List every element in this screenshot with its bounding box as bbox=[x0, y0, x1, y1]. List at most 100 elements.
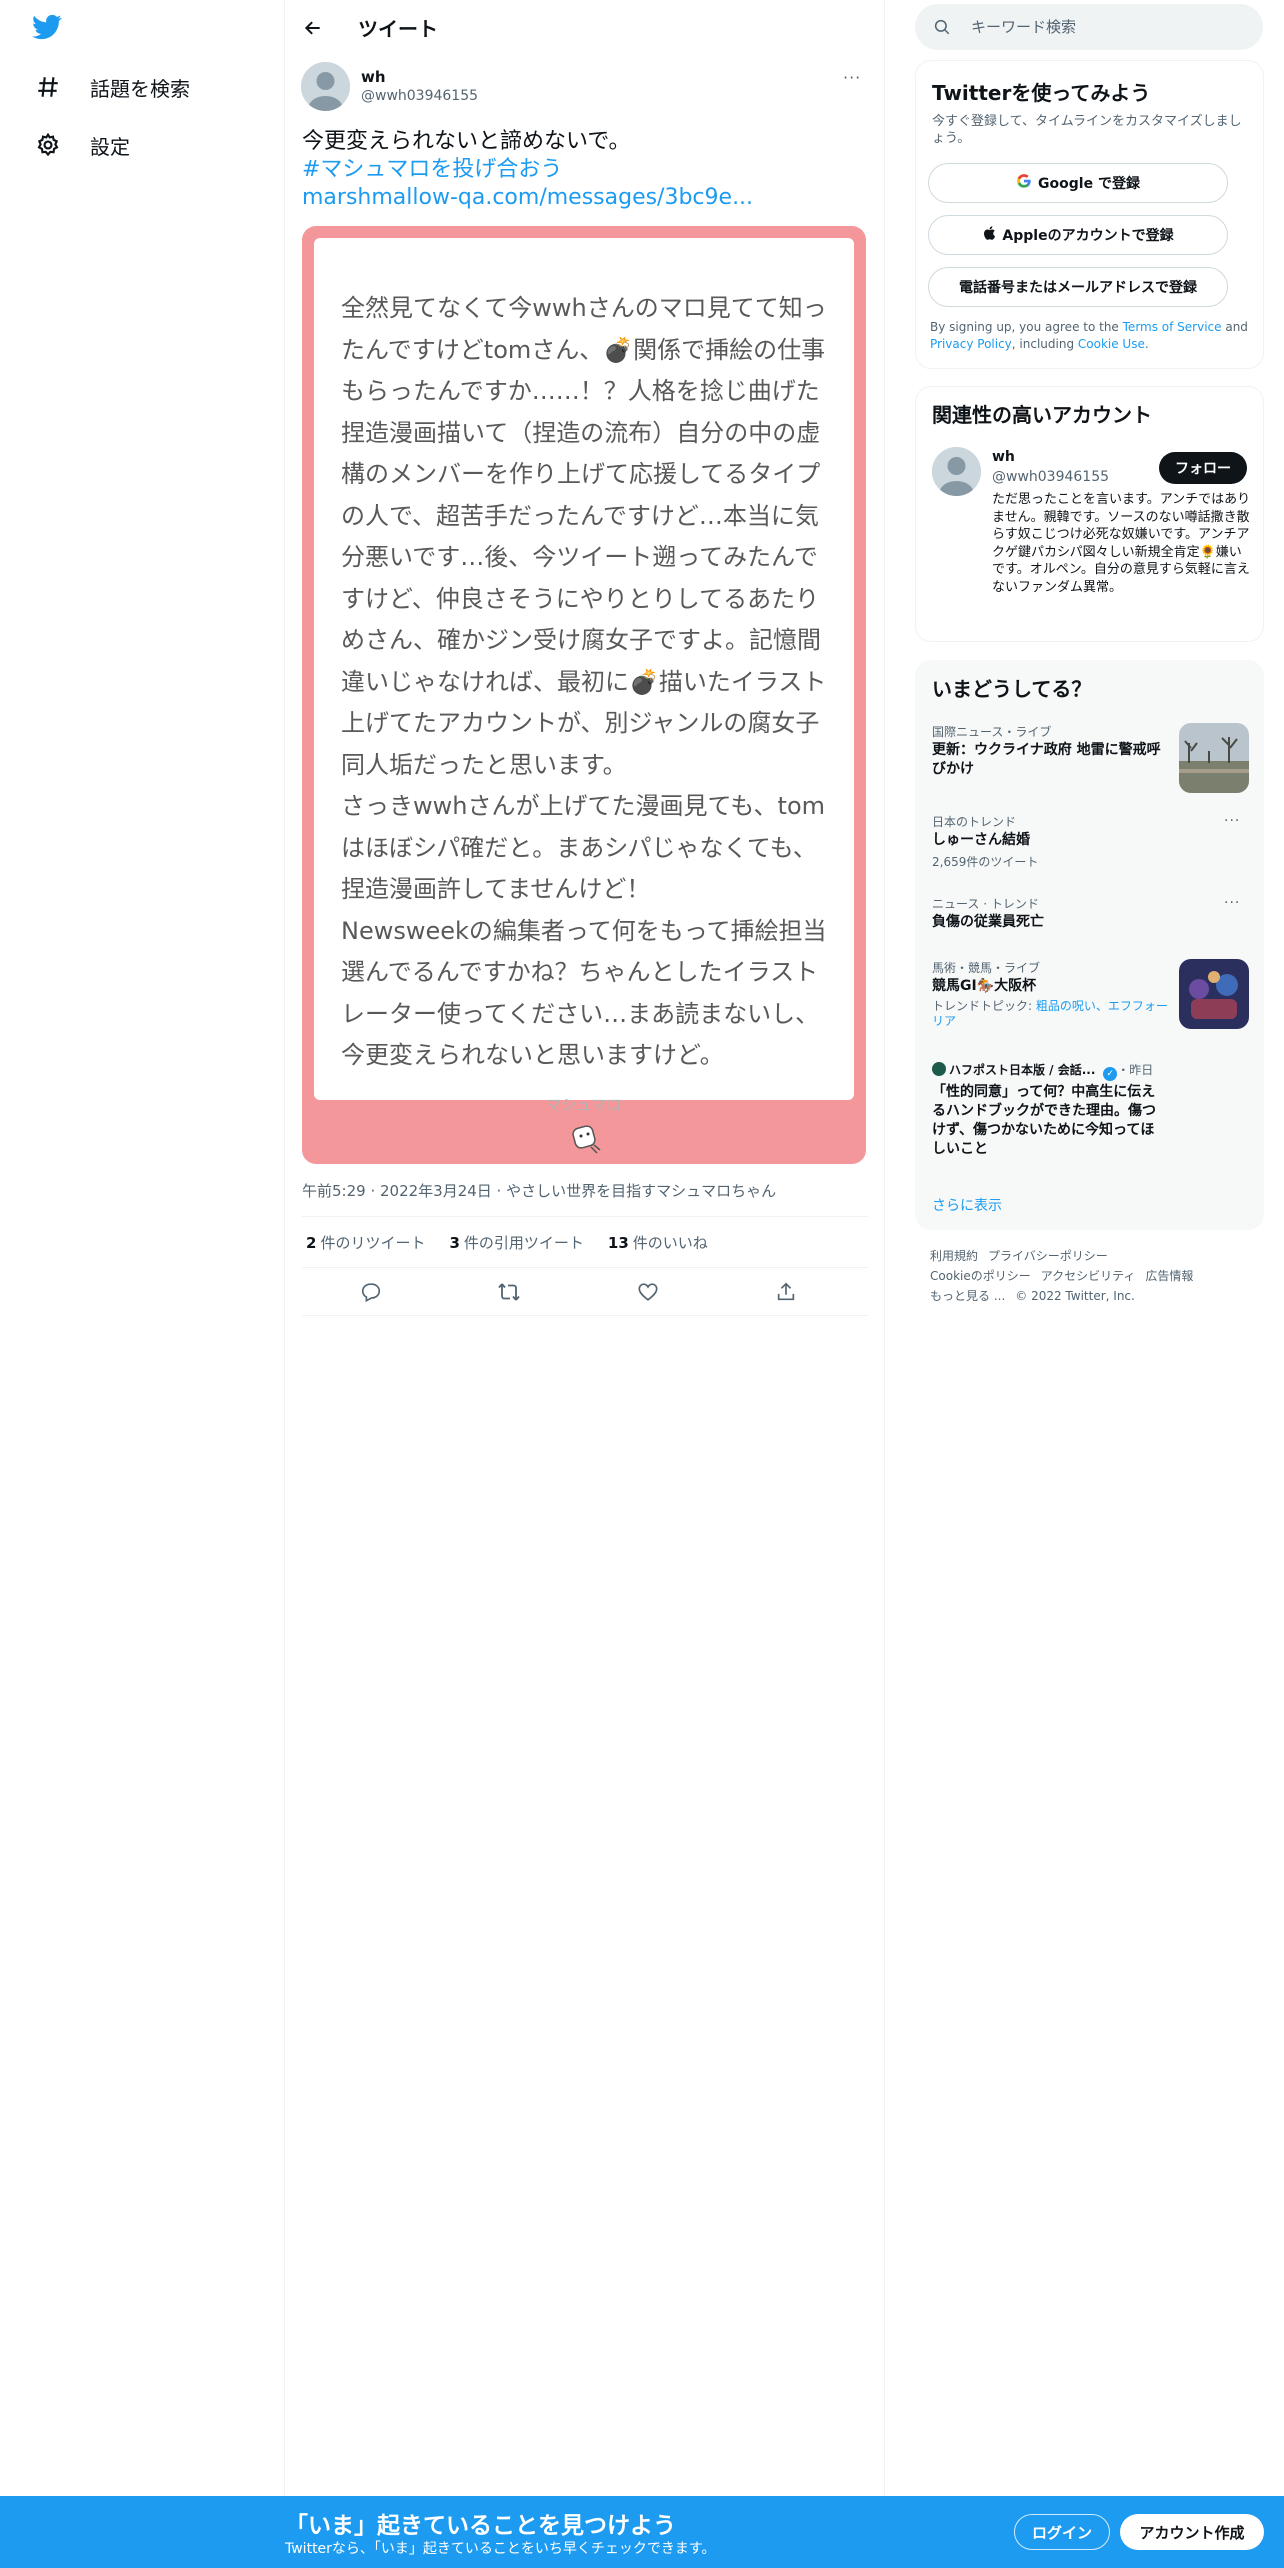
signup-button[interactable]: アカウント作成 bbox=[1120, 2514, 1264, 2550]
tweet-stats: 2 件のリツイート 3 件の引用ツイート 13 件のいいね bbox=[302, 1216, 868, 1268]
trend-title: しゅーさん結婚 bbox=[932, 832, 1030, 848]
trend-thumbnail bbox=[1179, 959, 1249, 1029]
signup-panel-title: Twitterを使ってみよう bbox=[932, 81, 1151, 105]
related-bio: ただ思ったことを言います。アンチではありません。親韓です。ソースのない噂話撒き散… bbox=[992, 492, 1251, 595]
search-input[interactable] bbox=[971, 14, 1241, 40]
trend-item[interactable]: 日本のトレンド しゅーさん結婚 2,659件のツイート ··· bbox=[916, 813, 1265, 883]
phone-email-signup-label: 電話番号またはメールアドレスで登録 bbox=[959, 280, 1197, 296]
share-icon[interactable] bbox=[772, 1278, 800, 1306]
tweet-url-link[interactable]: marshmallow-qa.com/messages/3bc9e... bbox=[302, 184, 753, 212]
marshmallow-mascot-icon bbox=[567, 1121, 603, 1157]
quotes-count[interactable]: 3 件の引用ツイート bbox=[449, 1232, 583, 1253]
left-sidebar: 話題を検索 設定 bbox=[0, 0, 285, 2568]
nav-explore[interactable]: 話題を検索 bbox=[28, 62, 190, 112]
apple-icon bbox=[982, 225, 996, 245]
search-icon bbox=[933, 18, 951, 40]
google-signup-button[interactable]: Google で登録 bbox=[928, 163, 1228, 203]
related-accounts-panel: 関連性の高いアカウント wh @wwh03946155 フォロー ただ思ったこと… bbox=[915, 386, 1264, 642]
bottom-signup-bar: 「いま」起きていることを見つけよう Twitterなら、「いま」起きていることを… bbox=[0, 2496, 1284, 2568]
retweets-count[interactable]: 2 件のリツイート bbox=[306, 1232, 425, 1253]
bottom-bar-subtitle: Twitterなら、「いま」起きていることをいち早くチェックできます。 bbox=[285, 2541, 716, 2557]
apple-signup-button[interactable]: Appleのアカウントで登録 bbox=[928, 215, 1228, 255]
tweet-avatar[interactable] bbox=[301, 62, 350, 111]
footer-link[interactable]: Cookieのポリシー bbox=[930, 1269, 1031, 1283]
trend-context: 馬術・競馬・ライブ bbox=[932, 961, 1041, 975]
reply-icon[interactable] bbox=[357, 1278, 385, 1306]
show-more-link[interactable]: さらに表示 bbox=[932, 1195, 1002, 1215]
trend-title: 負傷の従業員死亡 bbox=[932, 914, 1044, 930]
likes-number: 13 bbox=[607, 1233, 629, 1252]
google-signup-label: Google で登録 bbox=[1038, 176, 1140, 192]
nav-explore-label: 話題を検索 bbox=[90, 76, 190, 101]
copyright: © 2022 Twitter, Inc. bbox=[1015, 1289, 1135, 1303]
tweet-author-handle[interactable]: @wwh03946155 bbox=[361, 88, 478, 104]
more-options-icon[interactable]: ··· bbox=[843, 68, 861, 87]
legal-mid: and bbox=[1221, 320, 1248, 334]
quotes-label: 件の引用ツイート bbox=[463, 1233, 584, 1252]
tweet-body: 今更変えられないと諦めないで。 bbox=[302, 129, 631, 154]
related-title: 関連性の高いアカウント bbox=[932, 403, 1152, 427]
follow-button[interactable]: フォロー bbox=[1159, 452, 1247, 484]
footer-link[interactable]: アクセシビリティ bbox=[1041, 1269, 1136, 1283]
terms-link[interactable]: Terms of Service bbox=[1123, 320, 1222, 334]
tweet-hashtag-link[interactable]: #マシュマロを投げ合おう bbox=[302, 156, 753, 184]
main-column: ツイート wh @wwh03946155 ··· 今更変えられないと諦めないで。… bbox=[285, 0, 885, 2500]
verified-badge-icon: ✓ bbox=[1103, 1067, 1118, 1081]
quotes-number: 3 bbox=[449, 1233, 460, 1252]
twitter-logo-icon[interactable] bbox=[30, 12, 68, 46]
back-arrow-icon[interactable] bbox=[295, 10, 331, 46]
retweets-number: 2 bbox=[306, 1233, 317, 1252]
signup-legal-text: By signing up, you agree to the Terms of… bbox=[930, 319, 1252, 353]
tweet-timestamp[interactable]: 午前5:29 · 2022年3月24日 · やさしい世界を目指すマシュマロちゃん bbox=[302, 1180, 776, 1201]
header: ツイート bbox=[285, 0, 885, 54]
tweet-author-name[interactable]: wh bbox=[361, 68, 386, 86]
likes-count[interactable]: 13 件のいいね bbox=[608, 1232, 708, 1253]
trend-thumbnail bbox=[1179, 723, 1249, 793]
trend-more-icon[interactable]: ··· bbox=[1224, 813, 1240, 829]
retweets-label: 件のリツイート bbox=[320, 1233, 426, 1252]
footer-link[interactable]: 広告情報 bbox=[1145, 1269, 1193, 1283]
legal-mid2: , including bbox=[1011, 337, 1078, 351]
card-message-text: 全然見てなくて今wwhさんのマロ見てて知ったんですけどtomさん、💣関係で挿絵の… bbox=[341, 294, 827, 1069]
trend-item[interactable]: 国際ニュース・ライブ 更新：ウクライナ政府 地雷に警戒呼びかけ bbox=[916, 723, 1265, 803]
legal-end: . bbox=[1144, 337, 1149, 351]
google-icon bbox=[1016, 173, 1032, 193]
likes-label: 件のいいね bbox=[632, 1233, 708, 1252]
trend-item[interactable]: ハフポスト日本版 / 会話... ✓ ・昨日 「性的同意」って何？中高生に伝えるハ… bbox=[916, 1061, 1265, 1171]
search-box[interactable] bbox=[915, 4, 1263, 50]
phone-email-signup-button[interactable]: 電話番号またはメールアドレスで登録 bbox=[928, 267, 1228, 307]
bottom-bar-title: 「いま」起きていることを見つけよう bbox=[285, 2513, 676, 2539]
trend-title: 競馬GⅠ🏇大阪杯 bbox=[932, 978, 1037, 994]
privacy-link[interactable]: Privacy Policy bbox=[930, 337, 1012, 351]
related-handle[interactable]: @wwh03946155 bbox=[992, 469, 1109, 485]
footer-link[interactable]: 利用規約 bbox=[930, 1249, 978, 1263]
trend-source: ハフポスト日本版 / 会話... ✓ ・昨日 bbox=[932, 1061, 1153, 1081]
related-avatar[interactable] bbox=[932, 447, 981, 496]
apple-signup-label: Appleのアカウントで登録 bbox=[1002, 228, 1174, 244]
trend-more-icon[interactable]: ··· bbox=[1224, 895, 1240, 911]
related-name[interactable]: wh bbox=[992, 449, 1015, 465]
marshmallow-card-image[interactable]: 全然見てなくて今wwhさんのマロ見てて知ったんですけどtomさん、💣関係で挿絵の… bbox=[302, 226, 866, 1164]
like-heart-icon[interactable] bbox=[634, 1278, 662, 1306]
footer-link[interactable]: プライバシーポリシー bbox=[988, 1249, 1108, 1263]
login-button[interactable]: ログイン bbox=[1014, 2514, 1110, 2550]
trends-title: いまどうしてる？ bbox=[932, 677, 1092, 701]
tweet-text: 今更変えられないと諦めないで。 #マシュマロを投げ合おう marshmallow… bbox=[302, 128, 753, 212]
retweet-icon[interactable] bbox=[495, 1278, 523, 1306]
nav-settings-label: 設定 bbox=[90, 134, 130, 159]
cookie-link[interactable]: Cookie Use bbox=[1078, 337, 1145, 351]
card-inner: 全然見てなくて今wwhさんのマロ見てて知ったんですけどtomさん、💣関係で挿絵の… bbox=[314, 238, 854, 1114]
legal-pre: By signing up, you agree to the bbox=[930, 320, 1123, 334]
trend-topic-prefix: トレンドトピック: bbox=[932, 999, 1036, 1013]
source-time: ・昨日 bbox=[1117, 1063, 1154, 1077]
trends-panel: いまどうしてる？ 国際ニュース・ライブ 更新：ウクライナ政府 地雷に警戒呼びかけ… bbox=[915, 660, 1264, 1230]
gear-icon bbox=[28, 125, 68, 165]
trend-item[interactable]: ニュース · トレンド 負傷の従業員死亡 ··· bbox=[916, 895, 1265, 945]
card-footer-label: マシュマロ bbox=[546, 1096, 622, 1114]
source-avatar bbox=[932, 1062, 946, 1076]
trend-topics: トレンドトピック: 粗品の呪い、エフフォーリア bbox=[932, 999, 1172, 1029]
nav-settings[interactable]: 設定 bbox=[28, 120, 130, 170]
footer-link[interactable]: もっと見る ... bbox=[930, 1289, 1005, 1303]
trend-title: 「性的同意」って何？中高生に伝えるハンドブックができた理由。傷つけず、傷つかない… bbox=[932, 1084, 1156, 1157]
trend-item[interactable]: 馬術・競馬・ライブ 競馬GⅠ🏇大阪杯 トレンドトピック: 粗品の呪い、エフフォー… bbox=[916, 959, 1265, 1039]
